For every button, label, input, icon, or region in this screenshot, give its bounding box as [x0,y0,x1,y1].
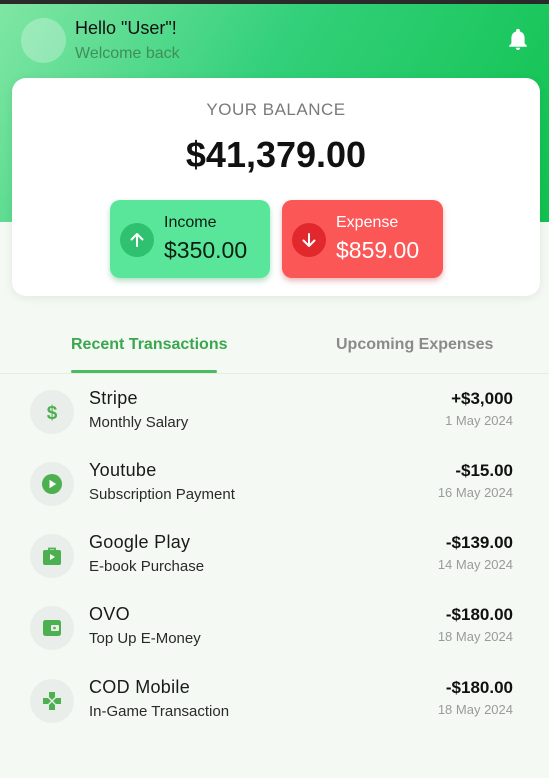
transaction-name: COD Mobile [89,677,191,697]
transaction-row[interactable]: Youtube Subscription Payment -$15.00 16 … [0,460,549,526]
transaction-amount: +$3,000 [451,389,513,408]
transaction-name: Youtube [89,460,157,480]
shop-bag-icon [30,534,74,578]
transaction-row[interactable]: OVO Top Up E-Money -$180.00 18 May 2024 [0,604,549,670]
balance-amount: $41,379.00 [185,134,367,175]
transaction-date: 18 May 2024 [437,702,513,717]
transaction-date: 1 May 2024 [445,413,513,428]
transaction-amount: -$180.00 [445,678,513,697]
greeting-text: Hello "User"! [75,18,177,38]
bell-icon[interactable] [506,28,530,52]
transaction-description: Subscription Payment [89,486,235,503]
play-icon [30,462,74,506]
transaction-description: In-Game Transaction [89,703,230,720]
transaction-name: Stripe [89,388,138,408]
arrow-down-icon [292,223,326,257]
transaction-date: 18 May 2024 [437,629,513,644]
transaction-date: 14 May 2024 [437,557,513,572]
transaction-description: E-book Purchase [89,558,205,575]
tab-divider [0,373,549,374]
expense-label: Expense [336,214,399,231]
transaction-amount: -$15.00 [455,461,513,480]
transaction-row[interactable]: Google Play E-book Purchase -$139.00 14 … [0,532,549,598]
balance-card: YOUR BALANCE $41,379.00 Income $350.00 E… [12,78,540,296]
welcome-text: Welcome back [75,45,180,62]
transaction-amount: -$139.00 [445,533,513,552]
transaction-description: Monthly Salary [89,414,189,431]
expense-card[interactable]: Expense $859.00 [282,200,443,278]
transaction-amount: -$180.00 [445,605,513,624]
transaction-row[interactable]: COD Mobile In-Game Transaction -$180.00 … [0,677,549,743]
gamepad-icon [30,679,74,723]
transaction-name: OVO [89,604,130,624]
svg-text:$: $ [47,403,58,423]
transaction-description: Top Up E-Money [89,630,201,647]
arrow-up-icon [120,223,154,257]
income-label: Income [164,214,217,231]
expense-value: $859.00 [336,237,420,263]
transaction-date: 16 May 2024 [437,485,513,500]
income-card[interactable]: Income $350.00 [110,200,270,278]
tab-upcoming-expenses[interactable]: Upcoming Expenses [336,336,493,354]
avatar[interactable] [21,18,66,63]
wallet-icon [30,606,74,650]
transaction-name: Google Play [89,532,191,552]
tab-recent-transactions[interactable]: Recent Transactions [71,336,228,354]
balance-label: YOUR BALANCE [206,100,346,119]
dollar-icon: $ [30,390,74,434]
income-value: $350.00 [164,237,248,263]
transaction-row[interactable]: $ Stripe Monthly Salary +$3,000 1 May 20… [0,388,549,454]
